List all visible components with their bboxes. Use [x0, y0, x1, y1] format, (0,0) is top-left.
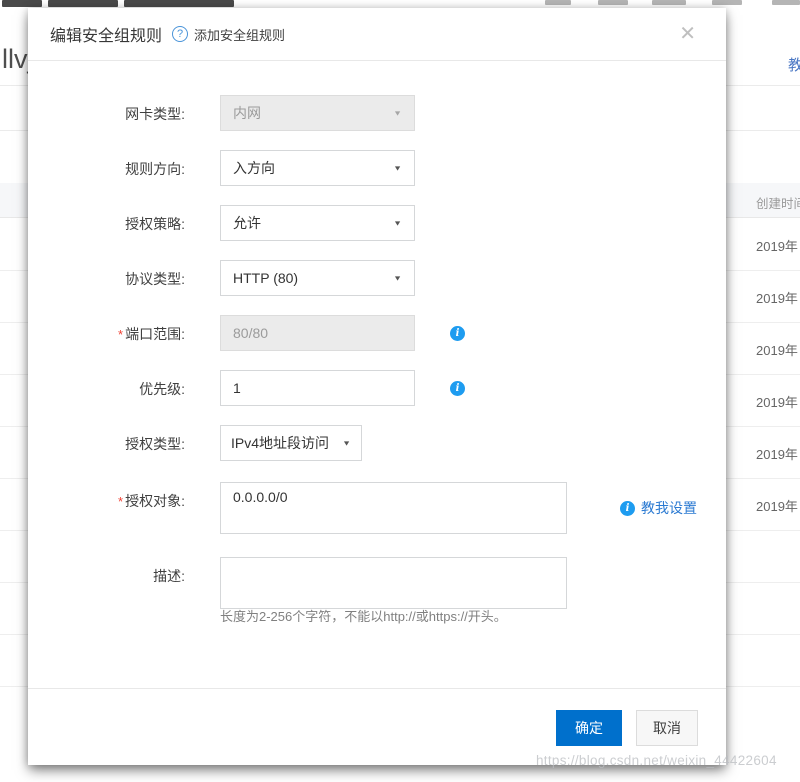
form-row-port-range: *端口范围: i [28, 315, 726, 351]
select-value: IPv4地址段访问 [231, 433, 329, 453]
form-row-rule-direction: 规则方向: 入方向 ▼ [28, 150, 726, 186]
form-row-description: 描述: [28, 557, 726, 609]
chevron-down-icon: ▼ [393, 274, 402, 282]
help-icon[interactable]: ? [172, 26, 188, 42]
nic-type-select[interactable]: 内网 ▼ [220, 95, 415, 131]
chevron-down-icon: ▼ [393, 109, 402, 117]
edit-security-group-rule-dialog: 编辑安全组规则 ? 添加安全组规则 ✕ 网卡类型: 内网 ▼ 规则方向: 入方向… [28, 8, 726, 765]
table-row: 2019年 [756, 392, 798, 411]
close-icon[interactable]: ✕ [679, 24, 696, 44]
field-label: 端口范围: [125, 326, 185, 342]
info-icon[interactable]: i [450, 381, 465, 396]
info-icon[interactable]: i [620, 501, 635, 516]
form-row-nic-type: 网卡类型: 内网 ▼ [28, 95, 726, 131]
field-label: 授权策略: [125, 216, 185, 232]
watermark: https://blog.csdn.net/weixin_44422604 [536, 753, 777, 768]
select-value: HTTP (80) [233, 270, 298, 286]
field-label: 优先级: [139, 381, 185, 397]
table-row: 2019年 [756, 340, 798, 359]
clipped-breadcrumb-fragment [2, 0, 42, 7]
form-row-protocol-type: 协议类型: HTTP (80) ▼ [28, 260, 726, 296]
table-row: 2019年 [756, 288, 798, 307]
chevron-down-icon: ▼ [393, 164, 402, 172]
clipped-toolbar-fragment [712, 0, 742, 5]
select-value: 内网 [233, 103, 261, 123]
clipped-toolbar-fragment [598, 0, 628, 5]
tutorial-link[interactable]: 教 [788, 54, 800, 75]
clipped-toolbar-fragment [652, 0, 686, 5]
clipped-toolbar-fragment [545, 0, 571, 5]
info-icon[interactable]: i [450, 326, 465, 341]
description-hint: 长度为2-256个字符，不能以http://或https://开头。 [220, 606, 726, 625]
required-asterisk: * [118, 494, 123, 509]
field-label: 描述: [153, 568, 185, 584]
form-row-priority: 优先级: i [28, 370, 726, 406]
dialog-header: 编辑安全组规则 ? 添加安全组规则 ✕ [28, 8, 726, 61]
confirm-button[interactable]: 确定 [556, 710, 622, 746]
cancel-button[interactable]: 取消 [636, 710, 698, 746]
field-label: 网卡类型: [125, 106, 185, 122]
select-value: 允许 [233, 213, 261, 233]
field-label: 协议类型: [125, 271, 185, 287]
priority-input[interactable] [220, 370, 415, 406]
form-row-auth-type: 授权类型: IPv4地址段访问 ▼ [28, 425, 726, 461]
clipped-breadcrumb-fragment [124, 0, 234, 7]
table-row: 2019年 [756, 444, 798, 463]
dialog-subtitle: 添加安全组规则 [194, 25, 285, 44]
chevron-down-icon: ▼ [393, 219, 402, 227]
form-row-auth-policy: 授权策略: 允许 ▼ [28, 205, 726, 241]
teach-me-setup-link[interactable]: 教我设置 [641, 498, 697, 518]
chevron-down-icon: ▼ [342, 439, 351, 447]
column-header-created-time: 创建时间 [756, 193, 800, 212]
table-row: 2019年 [756, 496, 798, 515]
dialog-form: 网卡类型: 内网 ▼ 规则方向: 入方向 ▼ 授权策略: 允许 [28, 61, 726, 625]
rule-direction-select[interactable]: 入方向 ▼ [220, 150, 415, 186]
required-asterisk: * [118, 327, 123, 342]
field-label: 规则方向: [125, 161, 185, 177]
auth-type-select[interactable]: IPv4地址段访问 ▼ [220, 425, 362, 461]
port-range-input[interactable] [220, 315, 415, 351]
clipped-breadcrumb-fragment [48, 0, 118, 7]
field-label: 授权对象: [125, 493, 185, 509]
dialog-title: 编辑安全组规则 [50, 22, 162, 46]
description-input[interactable] [220, 557, 567, 609]
protocol-type-select[interactable]: HTTP (80) ▼ [220, 260, 415, 296]
auth-object-input[interactable]: 0.0.0.0/0 [220, 482, 567, 534]
clipped-toolbar-fragment [772, 0, 800, 5]
table-row: 2019年 [756, 236, 798, 255]
select-value: 入方向 [233, 158, 275, 178]
field-label: 授权类型: [125, 436, 185, 452]
auth-policy-select[interactable]: 允许 ▼ [220, 205, 415, 241]
form-row-auth-object: *授权对象: 0.0.0.0/0 i 教我设置 [28, 482, 726, 534]
